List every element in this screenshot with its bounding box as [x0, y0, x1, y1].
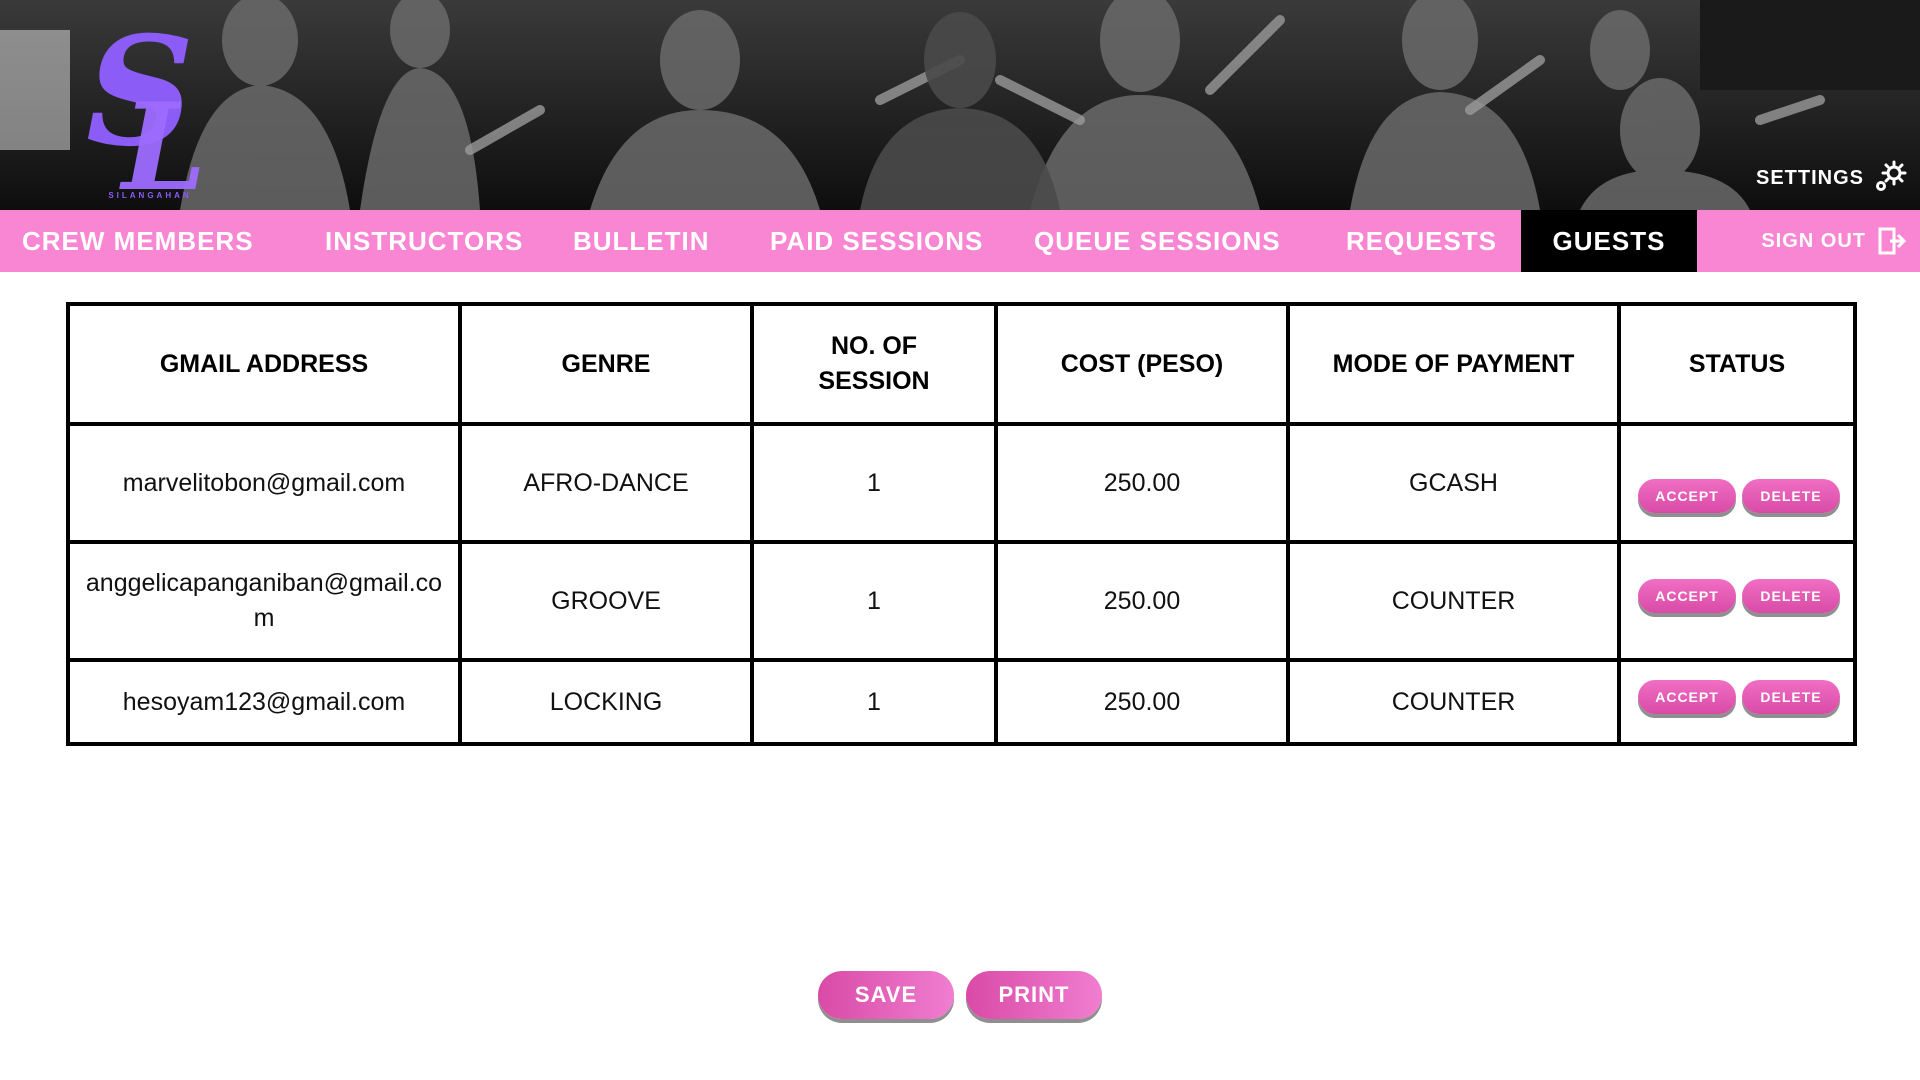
accept-button[interactable]: ACCEPT	[1638, 578, 1736, 613]
sign-out-button[interactable]: SIGN OUT	[1761, 210, 1908, 272]
cell-status: ACCEPT DELETE	[1617, 422, 1857, 544]
cell-payment: COUNTER	[1286, 540, 1621, 662]
nav-item-instructors[interactable]: INSTRUCTORS	[325, 210, 523, 272]
table-row: marvelitobon@gmail.com AFRO-DANCE 1 250.…	[66, 422, 1857, 544]
settings-label: SETTINGS	[1755, 166, 1864, 189]
dancers-photo	[0, 0, 1920, 210]
nav-item-paid-sessions[interactable]: PAID SESSIONS	[770, 210, 983, 272]
delete-button[interactable]: DELETE	[1742, 679, 1840, 714]
header-status: STATUS	[1617, 302, 1857, 426]
cell-cost: 250.00	[994, 658, 1290, 746]
cell-email: hesoyam123@gmail.com	[66, 658, 462, 746]
cell-genre: LOCKING	[458, 658, 754, 746]
sign-out-label: SIGN OUT	[1761, 229, 1866, 252]
table-row: anggelicapanganiban@gmail.com GROOVE 1 2…	[66, 540, 1857, 662]
cell-cost: 250.00	[994, 540, 1290, 662]
gear-icon	[1876, 160, 1907, 191]
accept-button[interactable]: ACCEPT	[1638, 478, 1736, 513]
brand-logo-icon: S L	[86, 4, 206, 204]
nav-item-guests[interactable]: GUESTS	[1521, 210, 1697, 272]
table-header-row: GMAIL ADDRESS GENRE NO. OF SESSION COST …	[66, 302, 1857, 426]
header-no-of-session: NO. OF SESSION	[750, 302, 998, 426]
header-genre: GENRE	[458, 302, 754, 426]
header-cost: COST (PESO)	[994, 302, 1290, 426]
cell-cost: 250.00	[994, 422, 1290, 544]
cell-genre: AFRO-DANCE	[458, 422, 754, 544]
main-nav: CREW MEMBERS INSTRUCTORS BULLETIN PAID S…	[0, 210, 1920, 272]
cell-status: ACCEPT DELETE	[1617, 658, 1857, 746]
table-row: hesoyam123@gmail.com LOCKING 1 250.00 CO…	[66, 658, 1857, 746]
header-no-of-session-label: NO. OF SESSION	[818, 332, 930, 395]
cell-sessions: 1	[750, 422, 998, 544]
action-buttons: SAVE PRINT	[818, 971, 1102, 1019]
print-button[interactable]: PRINT	[966, 971, 1102, 1019]
sign-out-icon	[1878, 227, 1907, 255]
settings-button[interactable]: SETTINGS	[1756, 160, 1908, 196]
cell-email: marvelitobon@gmail.com	[66, 422, 462, 544]
cell-genre: GROOVE	[458, 540, 754, 662]
cell-status: ACCEPT DELETE	[1617, 540, 1857, 662]
header-mode-of-payment: MODE OF PAYMENT	[1286, 302, 1621, 426]
cell-sessions: 1	[750, 658, 998, 746]
cell-sessions: 1	[750, 540, 998, 662]
cell-email: anggelicapanganiban@gmail.com	[66, 540, 462, 662]
accept-button[interactable]: ACCEPT	[1638, 679, 1736, 714]
brand-wordmark: SILANGAHAN	[108, 191, 192, 200]
delete-button[interactable]: DELETE	[1742, 578, 1840, 613]
save-button[interactable]: SAVE	[818, 971, 954, 1019]
nav-item-bulletin[interactable]: BULLETIN	[573, 210, 710, 272]
svg-text:L: L	[119, 77, 206, 204]
header-gmail-address: GMAIL ADDRESS	[66, 302, 462, 426]
delete-button[interactable]: DELETE	[1742, 478, 1840, 513]
guests-table: GMAIL ADDRESS GENRE NO. OF SESSION COST …	[66, 302, 1857, 746]
header-banner: S L SILANGAHAN SETTINGS	[0, 0, 1920, 210]
cell-payment: GCASH	[1286, 422, 1621, 544]
nav-item-queue-sessions[interactable]: QUEUE SESSIONS	[1034, 210, 1281, 272]
cell-payment: COUNTER	[1286, 658, 1621, 746]
nav-item-crew-members[interactable]: CREW MEMBERS	[22, 210, 254, 272]
nav-item-requests[interactable]: REQUESTS	[1346, 210, 1497, 272]
